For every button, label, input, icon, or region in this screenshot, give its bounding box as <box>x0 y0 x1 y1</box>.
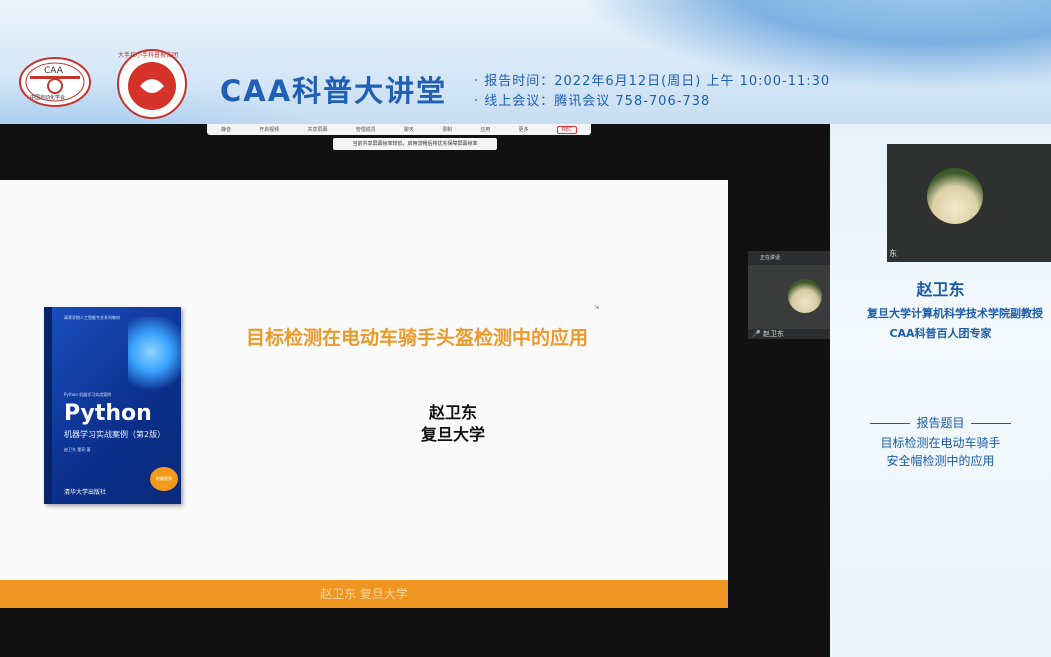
topic-heading: 报告题目 <box>830 414 1051 431</box>
cursor-icon: ⇲ <box>594 304 600 311</box>
banner: CAA 中国自动化学会 大手拉小手科普报告团 CAA科普大讲堂 · 报告时间：2… <box>0 0 1051 124</box>
slide-author-name: 赵卫东 <box>428 403 477 422</box>
toolbar-mute[interactable]: 静音 <box>221 126 231 133</box>
slide-footer: 赵卫东 复旦大学 <box>0 580 728 608</box>
mic-icon: 🎤 <box>752 330 761 338</box>
report-time: · 报告时间：2022年6月12日(周日) 上午 10:00-11:30 <box>474 74 831 89</box>
topic-line: 目标检测在电动车骑手 <box>880 436 1001 450</box>
book-authors: 赵卫东 董亮 著 <box>64 447 91 452</box>
recording-badge[interactable]: REC <box>556 125 577 134</box>
participant-avatar <box>788 279 822 313</box>
frame-rate-notice: 当前共享屏幕帧率较低，启用流畅后将优先保障屏幕帧率 <box>333 138 497 150</box>
caa-logo-text: CAA <box>44 66 63 76</box>
participant-tile[interactable]: 正在讲话 🎤 赵卫东 <box>748 251 830 339</box>
caa-logo-sub: 中国自动化学会 <box>30 95 66 101</box>
meeting-toolbar: 静音 开启视频 共享屏幕 管理成员 聊天 录制 应用 更多 REC <box>207 124 591 135</box>
toolbar-apps[interactable]: 应用 <box>480 126 490 133</box>
topic-line: 安全帽检测中的应用 <box>886 454 995 468</box>
speaker-avatar <box>927 168 983 224</box>
slide-affiliation: 复旦大学 <box>420 425 485 444</box>
speaker-role: CAA科普百人团专家 <box>889 327 992 340</box>
popular-science-logo-text: 大手拉小手科普报告团 <box>118 52 179 59</box>
toolbar-record[interactable]: 录制 <box>442 126 452 133</box>
speaker-title: 复旦大学计算机科学技术学院副教授 <box>867 307 1043 320</box>
toolbar-chat[interactable]: 聊天 <box>404 126 414 133</box>
online-meeting: · 线上会议：腾讯会议 758-706-738 <box>474 94 711 109</box>
speaker-video-tag: 东 <box>889 249 897 258</box>
toolbar-members[interactable]: 管理成员 <box>356 126 376 133</box>
speaker-video: 东 <box>887 144 1051 262</box>
toolbar-more[interactable]: 更多 <box>519 126 529 133</box>
brand-title: CAA科普大讲堂 <box>220 74 448 108</box>
book-badge: 附赠视频 <box>150 467 178 491</box>
meeting-area: 静音 开启视频 共享屏幕 管理成员 聊天 录制 应用 更多 REC 当前共享屏幕… <box>0 124 830 657</box>
speaker-name: 赵卫东 <box>916 280 965 299</box>
toolbar-video[interactable]: 开启视频 <box>259 126 279 133</box>
speaking-status: 正在讲话 <box>760 255 781 261</box>
slide-author: 赵卫东 复旦大学 <box>0 402 906 446</box>
speaker-panel: 东 赵卫东 复旦大学计算机科学技术学院副教授 CAA科普百人团专家 报告题目 目… <box>830 124 1051 657</box>
topic-text: 目标检测在电动车骑手 安全帽检测中的应用 <box>830 434 1051 470</box>
book-tag: Python 机器学习实战案例 <box>64 392 112 397</box>
participant-name: 赵卫东 <box>762 330 784 338</box>
ai-head-graphic <box>128 317 181 395</box>
toolbar-share[interactable]: 共享屏幕 <box>308 126 328 133</box>
slide-title: 目标检测在电动车骑手头盔检测中的应用 <box>246 327 589 349</box>
shared-slide: 高等学校人工智能专业系列教材 Python 机器学习实战案例 Python 机器… <box>0 180 728 608</box>
book-publisher: 清华大学出版社 <box>64 489 107 496</box>
